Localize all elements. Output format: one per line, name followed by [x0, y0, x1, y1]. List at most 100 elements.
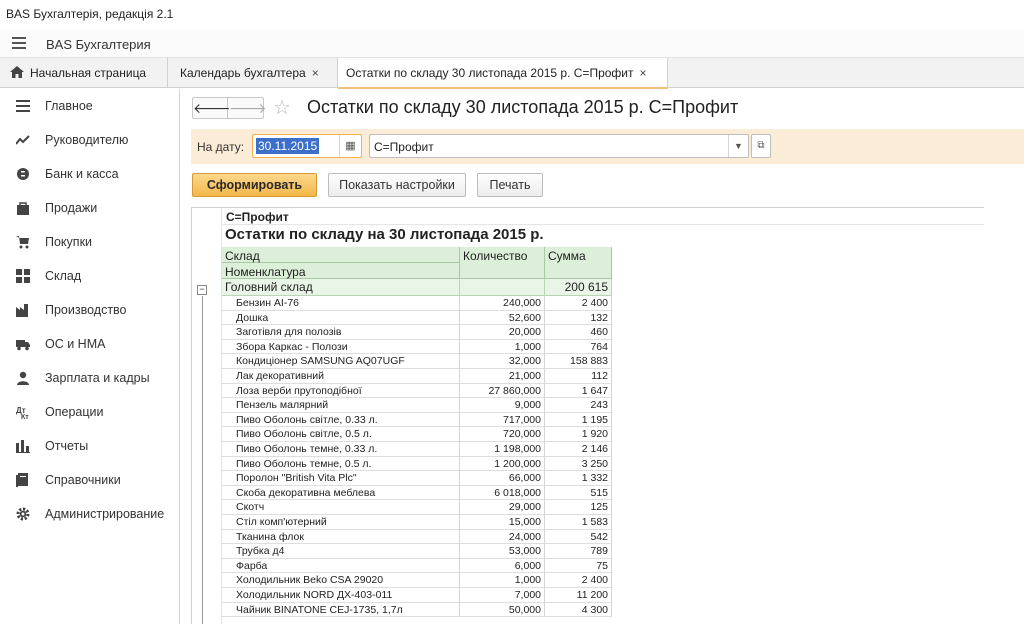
calendar-icon[interactable]: ▦ [339, 135, 361, 157]
item-name-cell: Лоза верби прутоподібної [222, 383, 460, 399]
sidebar-item-label: Операции [45, 405, 104, 419]
bag-icon [17, 202, 29, 215]
organization-field[interactable]: С=Профит ▼ [369, 134, 749, 158]
truck-icon [16, 340, 30, 351]
sidebar: Главное Руководителю Банк и касса Продаж… [0, 89, 180, 624]
table-row[interactable]: Тканина флок 24,000 542 [222, 529, 612, 545]
home-icon [10, 66, 24, 78]
sidebar-item-bank[interactable]: Банк и касса [0, 157, 180, 191]
generate-button[interactable]: Сформировать [192, 173, 317, 197]
sum-cell: 11 200 [545, 588, 612, 603]
quantity-cell: 15,000 [460, 515, 545, 530]
table-row[interactable]: Заготівля для полозів 20,000 460 [222, 325, 612, 340]
table-row[interactable]: Пиво Оболонь темне, 0.33 л. 1 198,000 2 14… [222, 442, 612, 457]
item-name-cell: Збора Каркас - Полози [222, 339, 460, 355]
table-row[interactable]: Лак декоративний 21,000 112 [222, 369, 612, 384]
sidebar-item-label: Отчеты [45, 439, 89, 453]
item-name-cell: Фарба [222, 558, 460, 574]
report-title: Остатки по складу на 30 листопада 2015 р… [225, 226, 544, 243]
collapse-group-icon[interactable]: − [197, 285, 207, 295]
table-row[interactable]: Дошка 52,600 132 [222, 310, 612, 326]
back-arrow-icon[interactable]: 🡐 [193, 98, 231, 118]
date-value[interactable]: 30.11.2015 [256, 138, 320, 154]
sidebar-item-operations[interactable]: Дт Кт Операции [0, 395, 180, 429]
tab-calendar-close-icon[interactable]: × [312, 66, 319, 80]
favorite-star-icon[interactable]: ☆ [273, 95, 291, 120]
sidebar-item-fixed-assets[interactable]: ОС и НМА [0, 327, 180, 361]
sidebar-item-label: ОС и НМА [45, 337, 106, 351]
sidebar-item-manager[interactable]: Руководителю [0, 123, 180, 157]
table-row[interactable]: Бензин АІ-76 240,000 2 400 [222, 296, 612, 311]
coin-icon [17, 168, 29, 180]
item-name-cell: Трубка д4 [222, 544, 460, 559]
quantity-cell: 1,000 [460, 573, 545, 588]
sum-cell: 2 400 [545, 296, 612, 311]
table-row[interactable]: Стіл комп'ютерний 15,000 1 583 [222, 515, 612, 530]
tab-home[interactable]: Начальная страница [0, 58, 168, 88]
quantity-cell: 27 860,000 [460, 383, 545, 399]
chevron-down-icon[interactable]: ▼ [728, 135, 748, 157]
table-row[interactable]: Поролон "British Vita Plc" 66,000 1 332 [222, 471, 612, 486]
sidebar-item-main[interactable]: Главное [0, 89, 180, 123]
print-button[interactable]: Печать [477, 173, 543, 197]
tab-stock-report-close-icon[interactable]: × [639, 66, 646, 80]
sidebar-item-label: Справочники [45, 473, 121, 487]
table-row[interactable]: Пиво Оболонь темне, 0.5 л. 1 200,000 3 250 [222, 456, 612, 472]
forward-arrow-icon[interactable]: 🡒 [229, 98, 267, 118]
sidebar-item-label: Продажи [45, 201, 98, 215]
table-row[interactable]: Пиво Оболонь світле, 0.5 л. 720,000 1 920 [222, 427, 612, 442]
group-line [202, 296, 203, 624]
table-row[interactable]: Пензель малярний 9,000 243 [222, 398, 612, 413]
quantity-cell: 720,000 [460, 427, 545, 442]
quantity-cell: 20,000 [460, 325, 545, 340]
list-icon [16, 100, 30, 112]
tab-home-label: Начальная страница [30, 66, 147, 80]
sidebar-item-purchases[interactable]: Покупки [0, 225, 180, 259]
table-row[interactable]: Лоза верби прутоподібної 27 860,000 1 647 [222, 383, 612, 399]
header-warehouse: Склад [222, 247, 460, 263]
sidebar-item-admin[interactable]: Администрирование [0, 497, 180, 531]
item-name-cell: Лак декоративний [222, 369, 460, 384]
trend-icon [16, 135, 30, 145]
sum-cell: 1 332 [545, 471, 612, 486]
quantity-cell: 9,000 [460, 398, 545, 413]
table-row[interactable]: Холодильник NORD ДХ-403-011 7,000 11 200 [222, 588, 612, 603]
item-name-cell: Дошка [222, 310, 460, 326]
item-name-cell: Стіл комп'ютерний [222, 515, 460, 530]
table-row[interactable]: Кондиціонер SAMSUNG AQ07UGF 32,000 158 883 [222, 354, 612, 369]
hamburger-menu-icon[interactable] [12, 37, 26, 49]
item-name-cell: Пиво Оболонь світле, 0.33 л. [222, 412, 460, 428]
sidebar-item-salary[interactable]: Зарплата и кадры [0, 361, 180, 395]
header-item: Номенклатура [222, 263, 460, 279]
organization-value[interactable]: С=Профит [374, 140, 434, 154]
sum-cell: 515 [545, 485, 612, 501]
item-name-cell: Пензель малярний [222, 398, 460, 413]
quantity-cell: 1,000 [460, 339, 545, 355]
table-row[interactable]: Фарба 6,000 75 [222, 558, 612, 574]
show-settings-button[interactable]: Показать настройки [328, 173, 466, 197]
sidebar-item-production[interactable]: Производство [0, 293, 180, 327]
item-name-cell: Пиво Оболонь світле, 0.5 л. [222, 427, 460, 442]
sidebar-item-sales[interactable]: Продажи [0, 191, 180, 225]
sidebar-item-reports[interactable]: Отчеты [0, 429, 180, 463]
quantity-cell: 240,000 [460, 296, 545, 311]
report-gutter: − [192, 208, 222, 624]
sidebar-item-catalogs[interactable]: Справочники [0, 463, 180, 497]
book-icon [16, 473, 28, 487]
tab-stock-report[interactable]: Остатки по складу 30 листопада 2015 р. С… [338, 58, 668, 89]
date-field[interactable]: 30.11.2015 ▦ [252, 134, 362, 158]
sum-cell: 75 [545, 558, 612, 574]
sum-cell: 4 300 [545, 602, 612, 618]
table-row[interactable]: Пиво Оболонь світле, 0.33 л. 717,000 1 195 [222, 412, 612, 428]
sidebar-item-warehouse[interactable]: Склад [0, 259, 180, 293]
table-row[interactable]: Скоба декоративна меблева 6 018,000 515 [222, 485, 612, 501]
table-row[interactable]: Збора Каркас - Полози 1,000 764 [222, 339, 612, 355]
table-row[interactable]: Трубка д4 53,000 789 [222, 544, 612, 559]
table-row[interactable]: Скотч 29,000 125 [222, 500, 612, 515]
table-row[interactable]: Чайник BINATONE CEJ-1735, 1,7л 50,000 4 30… [222, 602, 612, 618]
open-organization-icon[interactable]: ⧉ [751, 134, 771, 158]
table-row[interactable]: Холодильник Beko CSA 29020 1,000 2 400 [222, 573, 612, 588]
tab-calendar[interactable]: Календарь бухгалтера × [168, 58, 338, 88]
report-sheet[interactable]: − С=Профит Остатки по складу на 30 листо… [191, 207, 984, 624]
quantity-cell: 52,600 [460, 310, 545, 326]
